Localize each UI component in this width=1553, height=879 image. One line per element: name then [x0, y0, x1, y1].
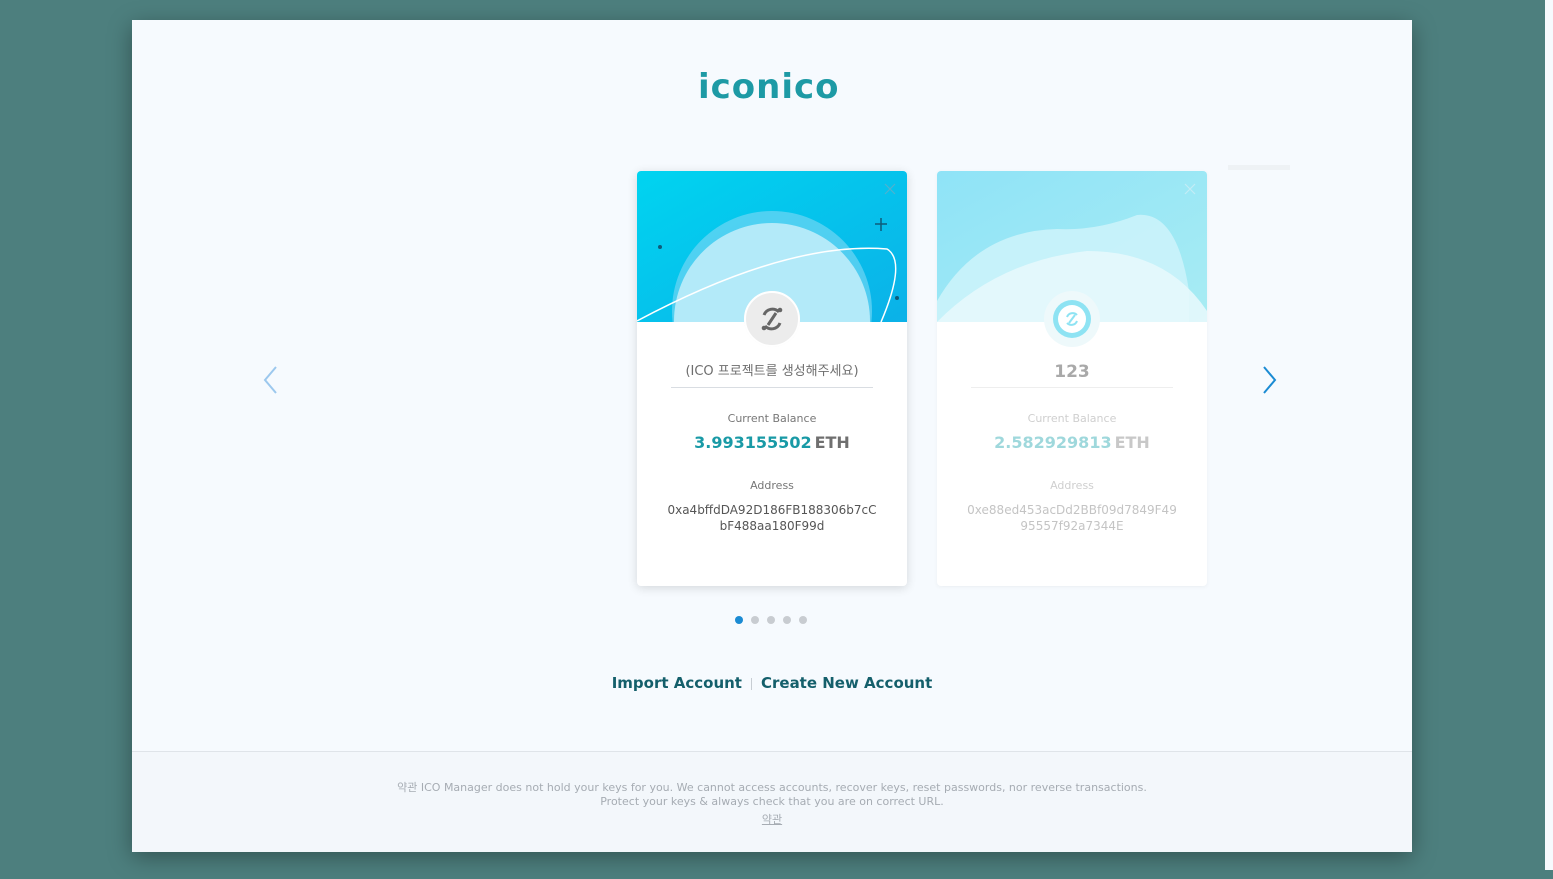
carousel-next-button[interactable] [1258, 365, 1282, 395]
footer: 약관 ICO Manager does not hold your keys f… [132, 751, 1412, 852]
app-window: iconico (ICO 프로젝트를 생성해주세요) Current Balan… [132, 20, 1412, 852]
pagination-dot[interactable] [751, 616, 759, 624]
balance-value: 2.582929813 ETH [937, 433, 1207, 452]
logo-text: iconico [698, 68, 840, 107]
address-value: 0xe88ed453acDd2BBf09d7849F4995557f92a734… [967, 503, 1177, 533]
account-name: 123 [971, 359, 1173, 388]
chevron-left-icon [263, 366, 277, 394]
footer-warning: Protect your keys & always check that yo… [600, 795, 944, 808]
balance-value: 3.993155502 ETH [637, 433, 907, 452]
account-avatar [1044, 291, 1100, 347]
close-icon[interactable] [1183, 181, 1197, 195]
account-avatar [744, 291, 800, 347]
hidden-card-edge [1228, 165, 1290, 170]
balance-amount: 3.993155502 [694, 433, 812, 452]
balance-label: Current Balance [1027, 412, 1117, 425]
create-new-account-link[interactable]: Create New Account [761, 674, 932, 692]
account-card-inactive[interactable]: 123 Current Balance 2.582929813 ETH Addre… [937, 171, 1207, 586]
pagination-dot[interactable] [735, 616, 743, 624]
footer-disclaimer: 약관 ICO Manager does not hold your keys f… [397, 781, 1147, 794]
account-actions: Import Account Create New Account [132, 674, 1412, 692]
pagination-dot[interactable] [799, 616, 807, 624]
iconico-logo: iconico [698, 68, 840, 107]
pagination-dot[interactable] [767, 616, 775, 624]
address-value: 0xa4bffdDA92D186FB188306b7cCbF488aa180F9… [667, 503, 877, 533]
account-card-active[interactable]: (ICO 프로젝트를 생성해주세요) Current Balance 3.993… [637, 171, 907, 586]
balance-unit: ETH [814, 433, 850, 452]
address-label: Address [1050, 479, 1094, 492]
icon-logo-icon [744, 291, 800, 347]
pagination-dot[interactable] [783, 616, 791, 624]
account-name: (ICO 프로젝트를 생성해주세요) [671, 359, 873, 388]
icon-logo-icon [1044, 291, 1100, 347]
import-account-link[interactable]: Import Account [612, 674, 742, 692]
balance-amount: 2.582929813 [994, 433, 1112, 452]
carousel-prev-button[interactable] [260, 365, 284, 395]
balance-unit: ETH [1114, 433, 1150, 452]
terms-link[interactable]: 약관 [132, 811, 1412, 827]
carousel-pagination [735, 616, 807, 624]
close-icon[interactable] [883, 181, 897, 195]
chevron-right-icon [1263, 366, 1277, 394]
balance-label: Current Balance [727, 412, 817, 425]
address-label: Address [750, 479, 794, 492]
divider [750, 677, 752, 690]
background-window-edge [1545, 0, 1553, 870]
